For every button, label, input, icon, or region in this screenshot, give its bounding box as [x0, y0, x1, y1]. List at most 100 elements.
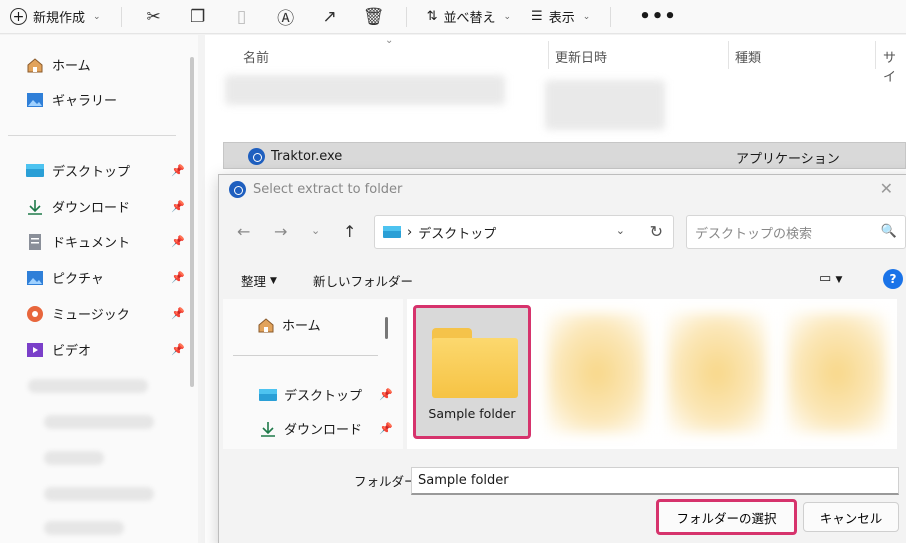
view-options-button[interactable]: ▭ ▼: [819, 271, 842, 286]
nav-item-gallery[interactable]: ギャラリー: [26, 90, 117, 109]
dialog-nav-item-home[interactable]: ホーム: [257, 315, 321, 334]
file-name: Traktor.exe: [271, 149, 343, 164]
blurred-row: [545, 80, 665, 130]
pin-icon: 📌: [171, 307, 185, 320]
search-input[interactable]: デスクトップの検索 🔍: [686, 215, 906, 249]
folder-name: Sample folder: [428, 406, 516, 421]
sort-button[interactable]: ⇅ 並べ替え ⌄: [417, 7, 521, 26]
navigation-pane: ホーム ギャラリー デスクトップ 📌 ダウンロード 📌 ドキュメント 📌 ピクチ…: [0, 35, 198, 543]
breadcrumb-separator: ›: [407, 224, 413, 240]
new-folder-button[interactable]: 新しいフォルダー: [313, 271, 413, 290]
refresh-icon[interactable]: ↻: [650, 222, 663, 241]
search-icon: 🔍: [880, 224, 897, 239]
pin-icon: 📌: [171, 164, 185, 177]
nav-item-label: ダウンロード: [284, 423, 363, 438]
paste-icon[interactable]: ▯: [220, 2, 264, 32]
view-icon: ▭: [819, 271, 832, 286]
column-header-type[interactable]: 種類: [735, 47, 761, 66]
nav-item-label: デスクトップ: [52, 165, 131, 180]
table-row-selected[interactable]: Traktor.exe アプリケーション: [223, 142, 906, 169]
dialog-title: Select extract to folder: [253, 182, 403, 197]
sort-button-label: 並べ替え: [443, 11, 496, 26]
address-bar[interactable]: › デスクトップ ⌄ ↻: [374, 215, 674, 249]
nav-divider: [8, 135, 176, 136]
sort-icon: ⇅: [426, 9, 438, 24]
cut-icon[interactable]: ✂: [132, 2, 176, 32]
nav-scrollbar[interactable]: [190, 57, 194, 387]
nav-item-downloads[interactable]: ダウンロード 📌: [26, 197, 185, 216]
nav-item-label: ホーム: [282, 319, 321, 334]
new-button-label: 新規作成: [33, 11, 86, 26]
select-folder-button[interactable]: フォルダーの選択: [656, 499, 797, 535]
address-row: ← → ⌄ ↑ › デスクトップ ⌄ ↻ デスクトップの検索 🔍: [219, 213, 906, 253]
forward-arrow-icon[interactable]: →: [274, 222, 287, 241]
column-divider: [548, 41, 549, 69]
pin-icon: 📌: [379, 388, 393, 401]
nav-item-music[interactable]: ミュージック 📌: [26, 304, 185, 323]
picture-icon: [27, 270, 43, 285]
new-folder-label: 新しいフォルダー: [313, 274, 414, 289]
nav-item-label: ダウンロード: [52, 201, 131, 216]
pin-icon: 📌: [171, 271, 185, 284]
dialog-nav-scrollbar[interactable]: [385, 317, 388, 339]
cancel-button[interactable]: キャンセル: [803, 502, 899, 532]
back-arrow-icon[interactable]: ←: [237, 222, 250, 241]
command-bar: 整理 ▼ 新しいフォルダー ▭ ▼ ?: [219, 265, 906, 295]
nav-item-label: ホーム: [52, 59, 91, 74]
app-icon: [248, 148, 265, 165]
help-icon[interactable]: ?: [883, 269, 903, 289]
dialog-nav-item-downloads[interactable]: ダウンロード 📌: [259, 419, 393, 438]
close-icon[interactable]: ✕: [880, 179, 893, 198]
nav-item-pictures[interactable]: ピクチャ 📌: [26, 268, 185, 287]
share-icon[interactable]: ↗: [308, 2, 352, 32]
nav-item-documents[interactable]: ドキュメント 📌: [26, 232, 185, 251]
folder-item-selected[interactable]: Sample folder: [413, 305, 531, 439]
recent-chevron-icon[interactable]: ⌄: [311, 224, 320, 237]
toolbar-divider: [120, 6, 122, 27]
home-icon: [258, 317, 274, 332]
nav-item-home[interactable]: ホーム: [26, 55, 91, 74]
delete-icon[interactable]: 🗑: [352, 2, 396, 32]
toolbar-divider: [610, 6, 612, 27]
dialog-nav-pane: ホーム デスクトップ 📌 ダウンロード 📌: [223, 299, 403, 449]
home-icon: [27, 57, 43, 72]
dialog-titlebar: Select extract to folder: [229, 181, 402, 198]
column-divider: [875, 41, 876, 69]
copy-icon[interactable]: ❐: [176, 2, 220, 32]
dialog-nav-item-desktop[interactable]: デスクトップ 📌: [259, 385, 393, 404]
desktop-icon: [26, 164, 44, 177]
desktop-icon: [383, 226, 401, 238]
file-type: アプリケーション: [736, 152, 840, 167]
nav-item-videos[interactable]: ビデオ 📌: [26, 340, 185, 359]
nav-item-desktop[interactable]: デスクトップ 📌: [26, 161, 185, 180]
new-button[interactable]: + 新規作成 ⌄: [0, 0, 111, 33]
pin-icon: 📌: [171, 235, 185, 248]
organize-button[interactable]: 整理 ▼: [241, 271, 277, 290]
pin-icon: 📌: [379, 422, 393, 435]
column-header-size[interactable]: サイ: [883, 47, 906, 85]
more-options-button[interactable]: •••: [621, 6, 695, 27]
up-arrow-icon[interactable]: ↑: [343, 222, 356, 241]
app-icon: [229, 181, 246, 198]
pin-icon: 📌: [171, 343, 185, 356]
desktop-icon: [259, 388, 277, 401]
view-button[interactable]: ☰ 表示 ⌄: [521, 7, 600, 26]
nav-item-label: ビデオ: [52, 344, 92, 359]
sort-chevron-icon: ⌄: [385, 35, 394, 46]
document-icon: [29, 233, 41, 250]
folder-field[interactable]: [411, 467, 899, 495]
video-icon: [27, 342, 43, 357]
caret-down-icon: ▼: [270, 275, 277, 286]
nav-item-label: ドキュメント: [52, 236, 131, 251]
breadcrumb-item[interactable]: デスクトップ: [418, 223, 496, 242]
select-folder-dialog: Select extract to folder ✕ ← → ⌄ ↑ › デスク…: [218, 174, 906, 543]
rename-icon[interactable]: Ⓐ: [264, 2, 308, 32]
chevron-down-icon[interactable]: ⌄: [616, 224, 625, 237]
column-header-modified[interactable]: 更新日時: [555, 47, 607, 66]
column-divider: [728, 41, 729, 69]
blurred-folder: [787, 313, 887, 433]
caret-down-icon: ▼: [835, 275, 843, 285]
column-header-name[interactable]: 名前: [243, 47, 269, 66]
folder-icon: [432, 328, 518, 398]
blurred-folder: [547, 313, 647, 433]
